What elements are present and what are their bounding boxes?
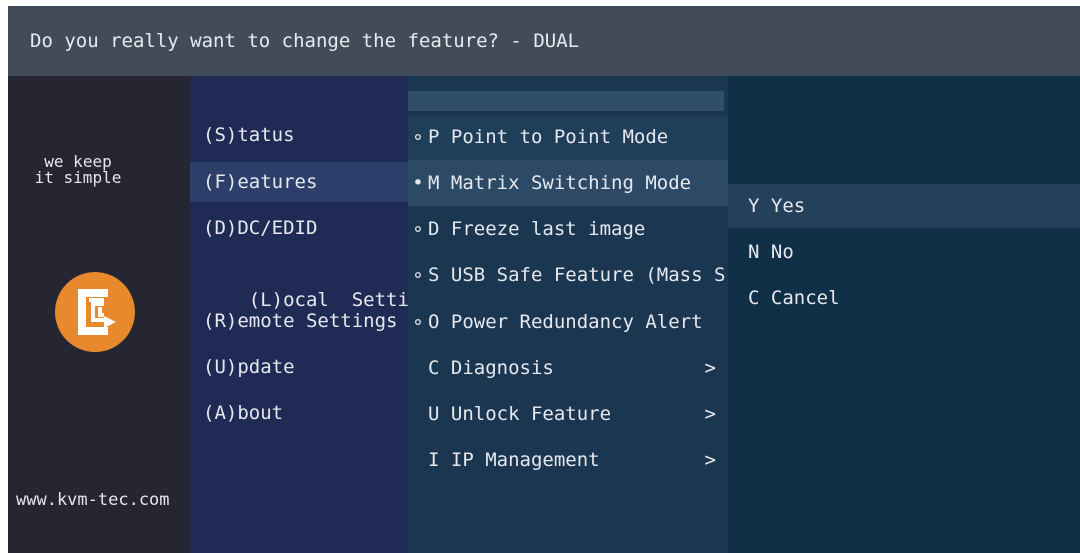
- confirm-no-option[interactable]: N No: [728, 230, 1080, 274]
- radio-unselected-icon: ∘: [412, 126, 424, 148]
- confirm-yes-label: Y Yes: [748, 195, 806, 217]
- radio-unselected-icon: ∘: [412, 264, 424, 286]
- confirmation-title: Do you really want to change the feature…: [30, 30, 580, 52]
- confirm-no-label: N No: [748, 241, 794, 263]
- menu-item-update-label: (U)pdate: [203, 356, 295, 378]
- feature-label: O Power Redundancy Alert: [428, 311, 703, 333]
- feature-unlock[interactable]: U Unlock Feature >: [408, 391, 728, 437]
- feature-usb-safe[interactable]: ∘ S USB Safe Feature (Mass S: [408, 252, 728, 298]
- feature-freeze-last-image[interactable]: ∘ D Freeze last image: [408, 206, 728, 252]
- confirm-cancel-label: C Cancel: [748, 287, 840, 309]
- menu-item-about-label: (A)bout: [203, 402, 284, 424]
- radio-unselected-icon: ∘: [412, 218, 424, 240]
- features-submenu-top-bar: [408, 91, 724, 111]
- chevron-right-icon: >: [704, 357, 716, 379]
- radio-unselected-icon: ∘: [412, 311, 424, 333]
- radio-selected-icon: •: [412, 172, 424, 194]
- menu-item-status[interactable]: (S)tatus: [203, 122, 295, 148]
- feature-matrix-switching[interactable]: • M Matrix Switching Mode: [408, 160, 728, 206]
- feature-label: C Diagnosis: [428, 357, 554, 379]
- website-url: www.kvm-tec.com: [16, 490, 170, 510]
- menu-item-status-label: (S)tatus: [203, 124, 295, 146]
- feature-point-to-point[interactable]: ∘ P Point to Point Mode: [408, 114, 728, 160]
- menu-item-update[interactable]: (U)pdate: [203, 354, 295, 380]
- menu-item-features-label: (F)eatures: [203, 171, 318, 193]
- feature-label: M Matrix Switching Mode: [428, 172, 692, 194]
- feature-label: I IP Management: [428, 449, 600, 471]
- tagline-line-2: it simple: [34, 168, 122, 187]
- menu-item-remote-settings[interactable]: (R)emote Settings: [203, 308, 397, 334]
- confirm-yes-option[interactable]: Y Yes: [728, 184, 1080, 228]
- menu-item-ddc-edid[interactable]: (D)DC/EDID: [203, 215, 317, 241]
- feature-diagnosis[interactable]: C Diagnosis >: [408, 345, 728, 391]
- menu-item-features[interactable]: (F)eatures: [203, 169, 317, 195]
- chevron-right-icon: >: [704, 403, 716, 425]
- confirm-cancel-option[interactable]: C Cancel: [728, 276, 1080, 320]
- menu-item-about[interactable]: (A)bout: [203, 400, 283, 426]
- feature-label: P Point to Point Mode: [428, 126, 669, 148]
- confirmation-title-bar: Do you really want to change the feature…: [8, 6, 1080, 76]
- kvm-tec-logo-icon: [55, 272, 135, 352]
- feature-power-redundancy[interactable]: ∘ O Power Redundancy Alert: [408, 299, 728, 345]
- feature-label: S USB Safe Feature (Mass S: [428, 264, 726, 286]
- chevron-right-icon: >: [704, 449, 716, 471]
- feature-label: U Unlock Feature: [428, 403, 612, 425]
- menu-item-ddc-edid-label: (D)DC/EDID: [203, 217, 318, 239]
- feature-ip-management[interactable]: I IP Management >: [408, 437, 728, 483]
- tagline: we keep it simple: [8, 154, 148, 186]
- menu-item-remote-settings-label: (R)emote Settings: [203, 310, 398, 332]
- logo-panel: we keep it simple www.kvm-tec.com: [8, 76, 190, 553]
- feature-label: D Freeze last image: [428, 218, 646, 240]
- kvm-osd-screen: Do you really want to change the feature…: [8, 6, 1080, 553]
